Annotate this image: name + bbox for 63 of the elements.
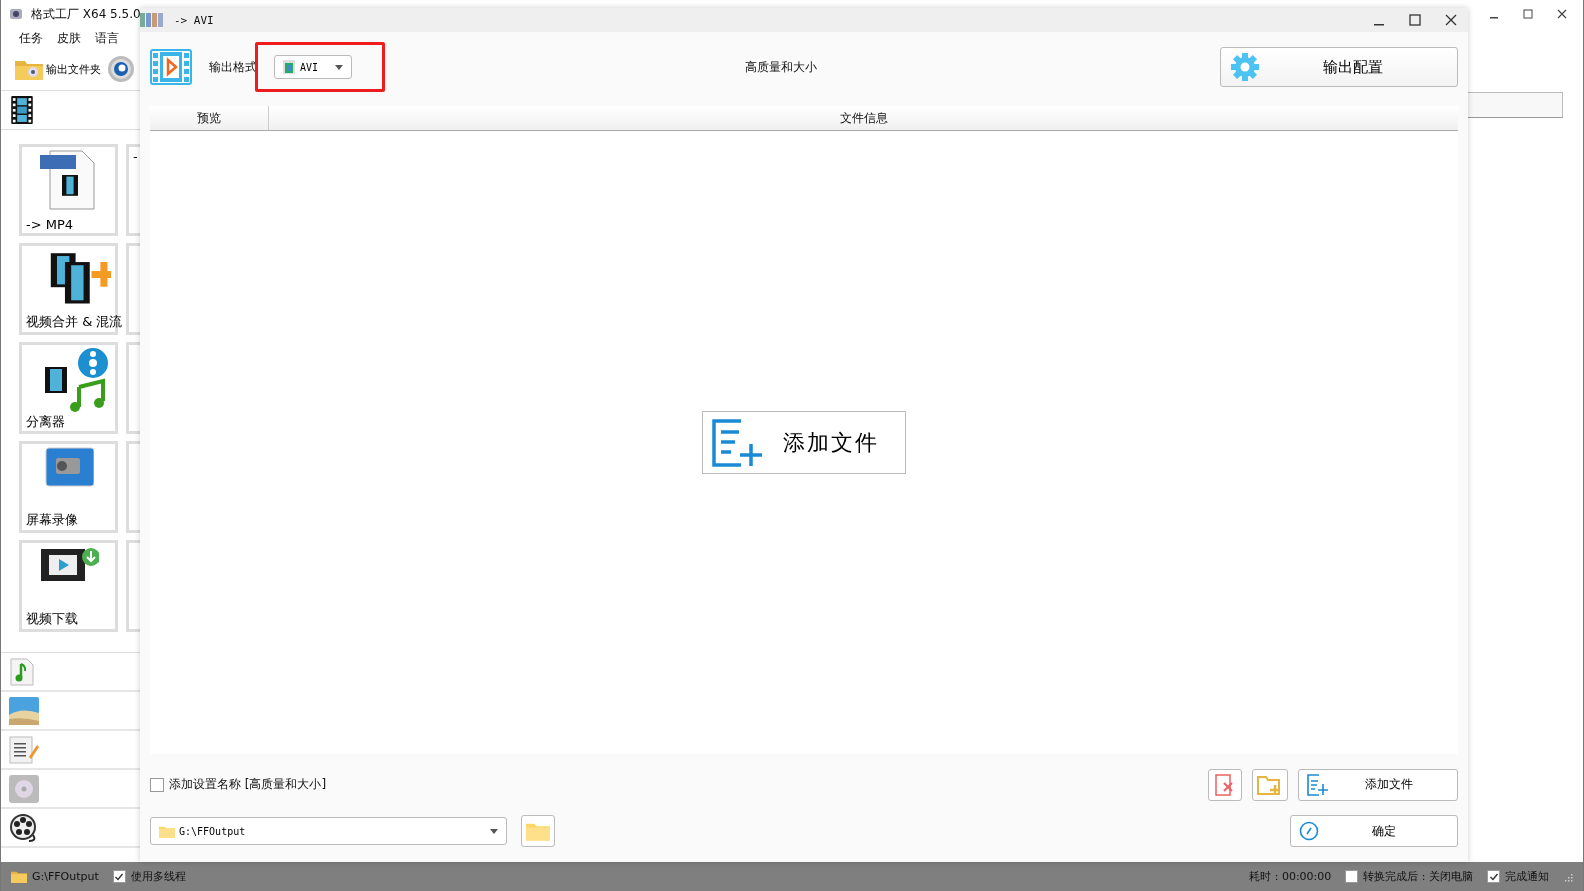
remove-file-button[interactable] bbox=[1208, 768, 1242, 801]
column-header[interactable]: 文件信息 bbox=[269, 106, 1458, 130]
checkbox[interactable] bbox=[112, 870, 126, 883]
browse-folder-button[interactable] bbox=[521, 815, 555, 848]
checkbox[interactable] bbox=[150, 777, 164, 792]
tool-tile[interactable]: 分离器 bbox=[19, 342, 118, 434]
checkbox-label: 使用多线程 bbox=[130, 869, 186, 884]
output-folder-button[interactable]: 输出文件夹 bbox=[15, 58, 101, 80]
document-edit-icon bbox=[9, 734, 39, 765]
checkbox[interactable] bbox=[1345, 870, 1359, 883]
output-path-text: G:\FFOutput bbox=[32, 870, 99, 883]
tool-tile[interactable]: 屏幕录像 bbox=[19, 441, 118, 533]
folder-icon bbox=[159, 824, 175, 838]
gear-icon[interactable] bbox=[107, 55, 135, 83]
format-dropdown[interactable]: AVI bbox=[274, 55, 352, 79]
output-settings-button[interactable]: 输出配置 bbox=[1220, 47, 1458, 87]
window-title: 格式工厂 X64 5.5.0 bbox=[31, 5, 141, 23]
folder-icon bbox=[11, 870, 27, 883]
folder-icon bbox=[15, 58, 43, 80]
minimize-icon bbox=[1490, 16, 1498, 19]
film-reel-icon bbox=[9, 812, 39, 843]
tool-tile[interactable]: 视频下载 bbox=[19, 540, 118, 632]
resize-grip-icon bbox=[1563, 871, 1573, 882]
elapsed-time: 耗时 : 00:00:00 bbox=[1249, 869, 1332, 884]
menu-item[interactable]: 任务 bbox=[19, 29, 43, 47]
output-path-dropdown[interactable]: G:\FFOutput bbox=[150, 817, 507, 846]
ok-button[interactable]: 确定 bbox=[1290, 815, 1458, 848]
dialog-title: -> AVI bbox=[174, 13, 214, 27]
add-file-button[interactable]: 添加文件 bbox=[1298, 768, 1458, 801]
checkbox-label: 添加设置名称 [高质量和大小] bbox=[169, 776, 327, 794]
video-play-icon bbox=[150, 49, 192, 85]
disc-drive-icon bbox=[9, 774, 39, 803]
close-icon bbox=[1445, 14, 1457, 26]
menu-item[interactable]: 语言 bbox=[95, 29, 119, 47]
dropdown-arrow-icon bbox=[490, 828, 498, 834]
add-file-icon bbox=[1307, 773, 1329, 796]
checkbox-label: 完成通知 bbox=[1505, 869, 1549, 884]
close-icon bbox=[1557, 9, 1567, 19]
music-file-icon bbox=[9, 657, 35, 686]
add-folder-icon bbox=[1257, 773, 1283, 796]
column-header[interactable]: 预览 bbox=[150, 106, 269, 130]
camcorder-screen-icon bbox=[43, 446, 94, 488]
minimize-icon bbox=[1374, 24, 1384, 26]
checkbox-label: 转换完成后 : 关闭电脑 bbox=[1363, 869, 1473, 884]
app-icon bbox=[9, 7, 23, 21]
quality-text: 高质量和大小 bbox=[745, 58, 817, 76]
checkbox[interactable] bbox=[1487, 870, 1500, 883]
film-icon bbox=[11, 96, 33, 124]
tool-tile[interactable]: -> MP4 bbox=[19, 144, 118, 236]
menu-item[interactable]: 皮肤 bbox=[57, 29, 81, 47]
remove-file-icon bbox=[1215, 773, 1235, 796]
maximize-icon bbox=[1523, 9, 1533, 19]
format-icons-icon bbox=[140, 11, 164, 29]
dropdown-arrow-icon bbox=[335, 64, 343, 70]
gear-icon bbox=[1231, 53, 1259, 81]
add-file-icon bbox=[711, 417, 765, 468]
landscape-photo-icon bbox=[9, 696, 39, 725]
check-circle-icon bbox=[1299, 821, 1319, 842]
folder-icon bbox=[526, 821, 550, 842]
add-file-button[interactable]: 添加文件 bbox=[702, 411, 906, 474]
maximize-icon bbox=[1409, 14, 1421, 26]
video-file-icon bbox=[283, 60, 295, 74]
add-folder-button[interactable] bbox=[1252, 768, 1288, 801]
